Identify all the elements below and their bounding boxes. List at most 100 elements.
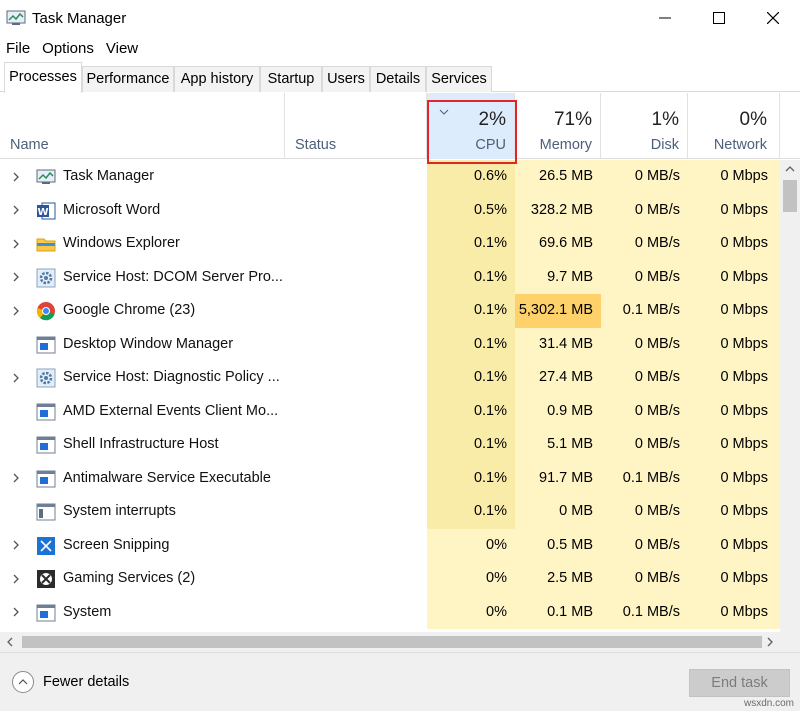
process-name-cell: Screen Snipping — [0, 529, 285, 563]
table-row[interactable]: Screen Snipping 0% 0.5 MB 0 MB/s 0 Mbps — [0, 528, 780, 563]
menu-view[interactable]: View — [100, 38, 144, 60]
process-memory: 9.7 MB — [515, 260, 601, 294]
chevron-right-icon[interactable] — [12, 462, 24, 496]
chevron-right-icon[interactable] — [12, 227, 24, 261]
process-name-cell: Service Host: DCOM Server Pro... — [0, 261, 285, 295]
process-disk: 0.1 MB/s — [601, 461, 688, 495]
table-row[interactable]: AMD External Events Client Mo... 0.1% 0.9 … — [0, 394, 780, 429]
chevron-right-icon[interactable] — [12, 261, 24, 295]
column-memory[interactable]: 71% Memory — [515, 93, 601, 159]
process-name-cell: Service Host: Diagnostic Policy ... — [0, 361, 285, 395]
table-row[interactable]: Gaming Services (2) 0% 2.5 MB 0 MB/s 0 Mbps — [0, 562, 780, 596]
column-name[interactable]: Name — [0, 93, 285, 159]
tab-app-history[interactable]: App history — [174, 66, 260, 92]
chevron-up-icon[interactable] — [784, 164, 796, 174]
process-status-cell — [285, 596, 427, 630]
menu-options[interactable]: Options — [36, 38, 100, 60]
network-total: 0% — [739, 109, 767, 130]
tab-strip: Processes Performance App history Startu… — [0, 62, 800, 93]
process-status-cell — [285, 529, 427, 563]
table-row[interactable]: Antimalware Service Executable 0.1% 91.7 M… — [0, 461, 780, 496]
disk-total: 1% — [651, 109, 679, 130]
table-row[interactable]: Task Manager 0.6% 26.5 MB 0 MB/s 0 Mbps — [0, 160, 780, 194]
chevron-right-icon[interactable] — [12, 529, 24, 563]
chevron-right-icon[interactable] — [12, 294, 24, 328]
chevron-right-icon[interactable] — [12, 562, 24, 596]
process-disk: 0 MB/s — [601, 428, 688, 462]
menu-file[interactable]: File — [0, 38, 36, 60]
tab-startup[interactable]: Startup — [260, 66, 322, 92]
maximize-button[interactable] — [692, 0, 746, 36]
process-status-cell — [285, 294, 427, 328]
process-memory: 2.5 MB — [515, 562, 601, 596]
chevron-right-icon[interactable] — [12, 160, 24, 194]
tab-processes[interactable]: Processes — [4, 62, 82, 93]
minimize-button[interactable] — [638, 0, 692, 36]
process-memory: 27.4 MB — [515, 361, 601, 395]
table-row[interactable]: System 0% 0.1 MB 0.1 MB/s 0 Mbps — [0, 595, 780, 630]
process-name-cell: Gaming Services (2) — [0, 562, 285, 596]
process-name-cell: System interrupts — [0, 495, 285, 529]
chevron-right-icon[interactable] — [12, 596, 24, 630]
table-row[interactable]: Windows Explorer 0.1% 69.6 MB 0 MB/s 0 Mbps — [0, 227, 780, 261]
horizontal-scrollbar[interactable] — [0, 632, 780, 652]
tab-users[interactable]: Users — [322, 66, 370, 92]
process-status-cell — [285, 261, 427, 295]
chevron-right-icon[interactable] — [12, 194, 24, 228]
window-title: Task Manager — [32, 10, 127, 27]
close-button[interactable] — [746, 0, 800, 36]
tab-details[interactable]: Details — [370, 66, 426, 92]
close-icon — [767, 12, 779, 24]
process-network: 0 Mbps — [688, 160, 780, 194]
process-name: Screen Snipping — [63, 536, 170, 553]
column-disk[interactable]: 1% Disk — [601, 93, 688, 159]
table-row[interactable]: W Microsoft Word 0.5% 328.2 MB 0 MB/s 0 Mbps — [0, 193, 780, 228]
chevron-up-circle-icon — [12, 671, 34, 693]
table-row[interactable]: Service Host: DCOM Server Pro... 0.1% 9.7 … — [0, 260, 780, 295]
process-cpu: 0.1% — [427, 428, 515, 462]
process-cpu: 0% — [427, 595, 515, 629]
chevron-right-icon[interactable] — [12, 361, 24, 395]
table-row[interactable]: System interrupts 0.1% 0 MB 0 MB/s 0 Mbps — [0, 495, 780, 529]
process-cpu: 0% — [427, 562, 515, 596]
process-network: 0 Mbps — [688, 327, 780, 361]
scrollbar-corner — [780, 632, 800, 652]
vertical-scroll-thumb[interactable] — [783, 180, 797, 212]
process-memory: 91.7 MB — [515, 461, 601, 495]
process-name-cell: AMD External Events Client Mo... — [0, 395, 285, 429]
chevron-left-icon[interactable] — [5, 636, 15, 648]
gear-icon — [36, 368, 56, 388]
process-memory: 0.1 MB — [515, 595, 601, 629]
table-row[interactable]: Desktop Window Manager 0.1% 31.4 MB 0 MB/s 0… — [0, 327, 780, 362]
process-network: 0 Mbps — [688, 562, 780, 596]
window-icon — [36, 469, 56, 489]
process-cpu: 0% — [427, 528, 515, 562]
process-status-cell — [285, 328, 427, 362]
tab-performance[interactable]: Performance — [82, 66, 174, 92]
process-disk: 0 MB/s — [601, 327, 688, 361]
table-row[interactable]: Service Host: Diagnostic Policy ... 0.1% 2… — [0, 361, 780, 395]
end-task-button[interactable]: End task — [689, 669, 790, 697]
column-network[interactable]: 0% Network — [688, 93, 780, 159]
chevron-right-icon[interactable] — [765, 636, 775, 648]
process-disk: 0 MB/s — [601, 495, 688, 529]
process-disk: 0 MB/s — [601, 394, 688, 428]
process-name: Service Host: Diagnostic Policy ... — [63, 369, 280, 385]
process-memory: 5.1 MB — [515, 428, 601, 462]
table-row[interactable]: Google Chrome (23) 0.1% 5,302.1 MB 0.1 MB/s… — [0, 294, 780, 328]
process-memory: 0.5 MB — [515, 528, 601, 562]
gear-icon — [36, 268, 56, 288]
process-name: Windows Explorer — [63, 235, 180, 251]
fewer-details-button[interactable]: Fewer details — [12, 671, 129, 693]
fewer-details-label: Fewer details — [43, 674, 130, 690]
cpu-highlight-box — [427, 100, 517, 164]
tab-services[interactable]: Services — [426, 66, 492, 92]
horizontal-scroll-thumb[interactable] — [22, 636, 762, 648]
process-cpu: 0.1% — [427, 260, 515, 294]
process-status-cell — [285, 160, 427, 194]
vertical-scrollbar[interactable] — [780, 160, 800, 632]
column-status[interactable]: Status — [285, 93, 427, 159]
process-status-cell — [285, 428, 427, 462]
table-row[interactable]: Shell Infrastructure Host 0.1% 5.1 MB 0 MB/… — [0, 428, 780, 462]
process-name-cell: Shell Infrastructure Host — [0, 428, 285, 462]
